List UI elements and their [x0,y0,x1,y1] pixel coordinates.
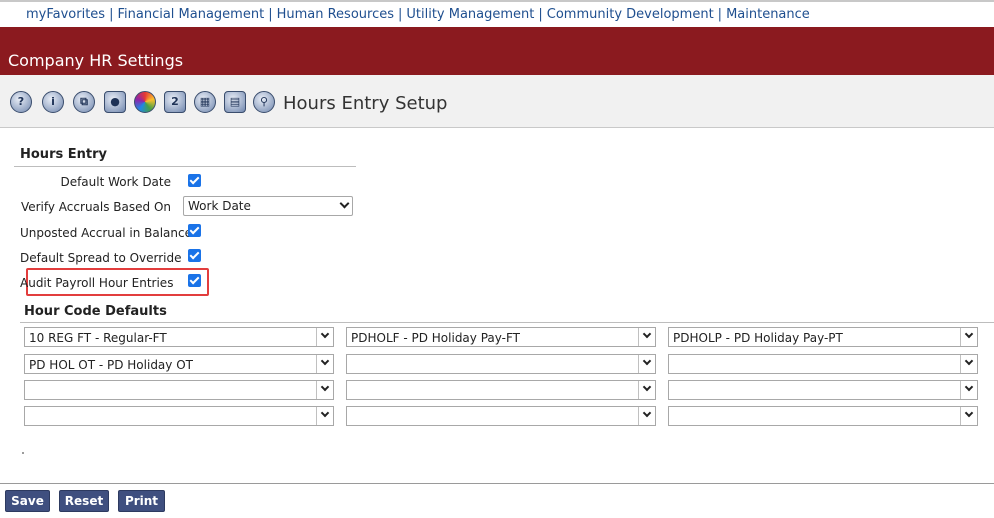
hours-entry-divider [14,166,356,167]
nav-separator: | [538,7,543,22]
hour-code-select[interactable] [346,354,656,374]
chevron-down-icon [320,408,330,418]
audit-payroll-label: Audit Payroll Hour Entries [20,276,174,290]
hour-code-select[interactable] [346,406,656,426]
hour-code-value: PD HOL OT - PD Holiday OT [29,358,193,372]
chevron-down-icon [320,329,330,339]
default-spread-label: Default Spread to Override [20,251,182,265]
page-banner: Company HR Settings [0,27,994,75]
select-divider [638,328,639,346]
chevron-down-icon [642,382,652,392]
select-divider [316,355,317,373]
nav-separator: | [717,7,723,22]
grid-icon[interactable]: ▦ [194,91,216,113]
nav-item-myfavorites[interactable]: myFavorites [26,7,105,22]
hour-code-select[interactable] [24,406,334,426]
nav-item-utility-management[interactable]: Utility Management [406,7,534,22]
reset-button[interactable]: Reset [59,490,109,512]
default-work-date-label: Default Work Date [60,175,171,189]
chevron-down-icon [964,382,974,392]
nav-item-maintenance[interactable]: Maintenance [726,7,810,22]
search-user-icon[interactable]: ⚲ [253,91,275,113]
hours-entry-title: Hours Entry [20,147,107,162]
select-divider [960,355,961,373]
hour-code-value: PDHOLP - PD Holiday Pay-PT [673,331,843,345]
page-title: Hours Entry Setup [283,93,448,114]
chevron-down-icon [339,198,350,209]
unposted-accrual-label: Unposted Accrual in Balance [20,226,192,240]
lock-icon[interactable]: ● [104,91,126,113]
select-divider [316,328,317,346]
hour-code-defaults-title: Hour Code Defaults [24,304,167,319]
copy-icon[interactable]: ⧉ [73,91,95,113]
hour-code-divider [20,322,994,323]
unposted-accrual-checkbox[interactable] [188,224,201,237]
nav-separator: | [268,7,273,22]
document-icon[interactable]: ▤ [224,91,246,113]
default-spread-checkbox[interactable] [188,249,201,262]
nav-item-financial-management[interactable]: Financial Management [117,7,264,22]
nav-item-human-resources[interactable]: Human Resources [277,7,394,22]
print-button[interactable]: Print [118,490,165,512]
select-divider [316,381,317,399]
hour-code-select[interactable] [668,380,978,400]
select-divider [638,355,639,373]
select-divider [638,381,639,399]
verify-accruals-select[interactable]: Work Date [183,196,353,216]
chevron-down-icon [642,329,652,339]
top-navigation: myFavorites | Financial Management | Human R… [0,0,994,27]
verify-accruals-label: Verify Accruals Based On [20,200,171,214]
nav-separator: | [109,7,114,22]
select-divider [960,407,961,425]
toolbar: ? i ⧉ ● 2 ▦ ▤ ⚲ Hours Entry Setup [0,75,994,127]
audit-payroll-checkbox[interactable] [188,274,201,287]
divider-dot [22,452,24,454]
select-divider [960,381,961,399]
select-divider [638,407,639,425]
select-divider [960,328,961,346]
chevron-down-icon [320,356,330,366]
verify-accruals-value: Work Date [188,199,251,213]
hour-code-select[interactable] [346,380,656,400]
hour-code-select[interactable]: PDHOLF - PD Holiday Pay-FT [346,327,656,347]
info-icon[interactable]: i [42,91,64,113]
hour-code-select[interactable] [24,380,334,400]
save-button[interactable]: Save [5,490,50,512]
chevron-down-icon [964,329,974,339]
hour-code-select[interactable]: 10 REG FT - Regular-FT [24,327,334,347]
chevron-down-icon [642,408,652,418]
hour-code-select[interactable] [668,406,978,426]
hour-code-select[interactable]: PDHOLP - PD Holiday Pay-PT [668,327,978,347]
hour-code-value: PDHOLF - PD Holiday Pay-FT [351,331,520,345]
two-icon[interactable]: 2 [164,91,186,113]
default-work-date-checkbox[interactable] [188,174,201,187]
nav-item-community-development[interactable]: Community Development [547,7,714,22]
chevron-down-icon [964,356,974,366]
nav-links: myFavorites | Financial Management | Human R… [26,7,810,22]
chevron-down-icon [964,408,974,418]
select-divider [316,407,317,425]
hour-code-select[interactable] [668,354,978,374]
help-icon[interactable]: ? [10,91,32,113]
nav-separator: | [397,7,403,22]
color-wheel-icon[interactable] [134,91,156,113]
hour-code-value: 10 REG FT - Regular-FT [29,331,167,345]
chevron-down-icon [642,356,652,366]
hour-code-select[interactable]: PD HOL OT - PD Holiday OT [24,354,334,374]
banner-title: Company HR Settings [8,51,184,70]
chevron-down-icon [320,382,330,392]
